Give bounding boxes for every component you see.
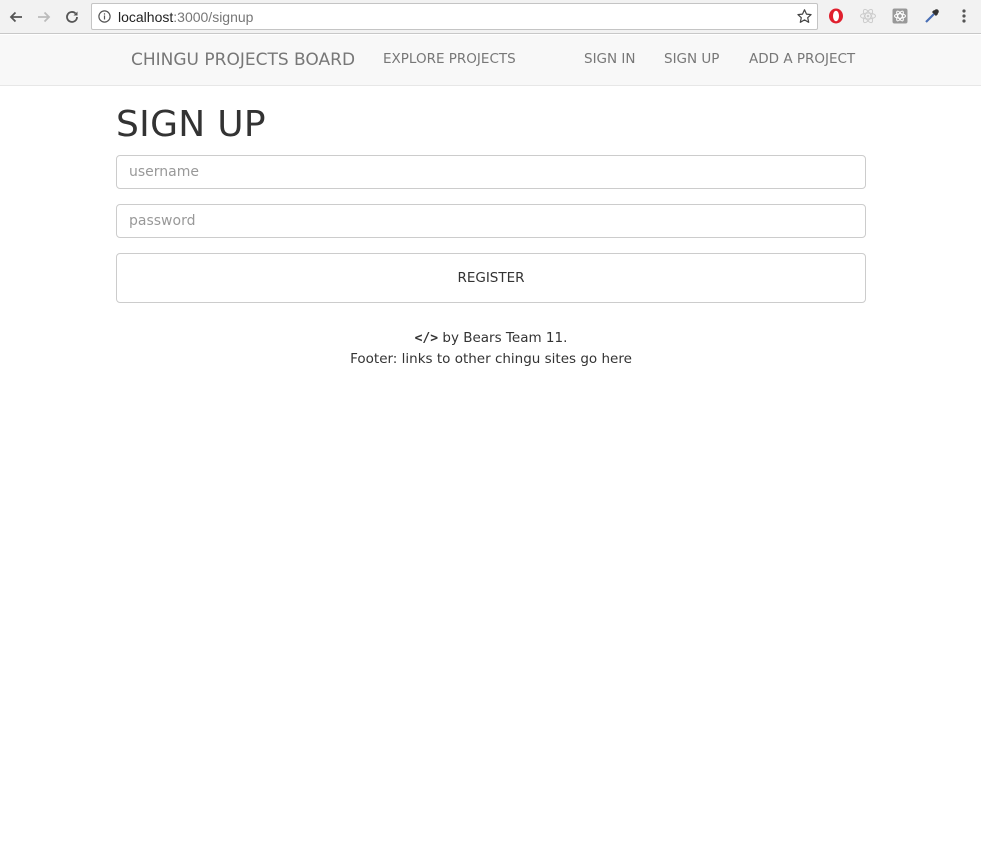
info-icon[interactable] — [98, 10, 111, 23]
page-title: SIGN UP — [116, 104, 266, 145]
footer: </> by Bears Team 11. Footer: links to o… — [116, 328, 866, 369]
site-navbar: CHINGU PROJECTS BOARD EXPLORE PROJECTS S… — [0, 35, 981, 86]
menu-kebab-icon[interactable] — [955, 7, 973, 25]
opera-icon[interactable] — [827, 7, 845, 25]
nav-link-sign-in[interactable]: SIGN IN — [584, 51, 635, 67]
eyedropper-icon[interactable] — [923, 7, 941, 25]
back-arrow-icon[interactable] — [4, 5, 28, 29]
password-input[interactable] — [116, 204, 866, 238]
address-bar[interactable]: localhost:3000/signup — [91, 3, 818, 30]
url-text: localhost:3000/signup — [118, 9, 254, 25]
browser-toolbar: localhost:3000/signup — [0, 0, 981, 34]
reload-icon[interactable] — [60, 5, 84, 29]
username-input[interactable] — [116, 155, 866, 189]
nav-link-sign-up[interactable]: SIGN UP — [664, 51, 719, 67]
forward-arrow-icon[interactable] — [32, 5, 56, 29]
star-icon[interactable] — [796, 8, 813, 25]
react-devtools-icon[interactable] — [859, 7, 877, 25]
extension-icon[interactable] — [891, 7, 909, 25]
footer-credit-text: by Bears Team 11. — [438, 330, 568, 346]
code-icon: </> — [414, 331, 439, 346]
nav-link-add-project[interactable]: ADD A PROJECT — [749, 51, 855, 67]
register-button[interactable]: REGISTER — [116, 253, 866, 303]
footer-links-text: Footer: links to other chingu sites go h… — [350, 351, 632, 367]
brand-link[interactable]: CHINGU PROJECTS BOARD — [131, 50, 355, 70]
nav-link-explore-projects[interactable]: EXPLORE PROJECTS — [383, 51, 516, 67]
footer-credit: </> by Bears Team 11. — [116, 328, 866, 349]
